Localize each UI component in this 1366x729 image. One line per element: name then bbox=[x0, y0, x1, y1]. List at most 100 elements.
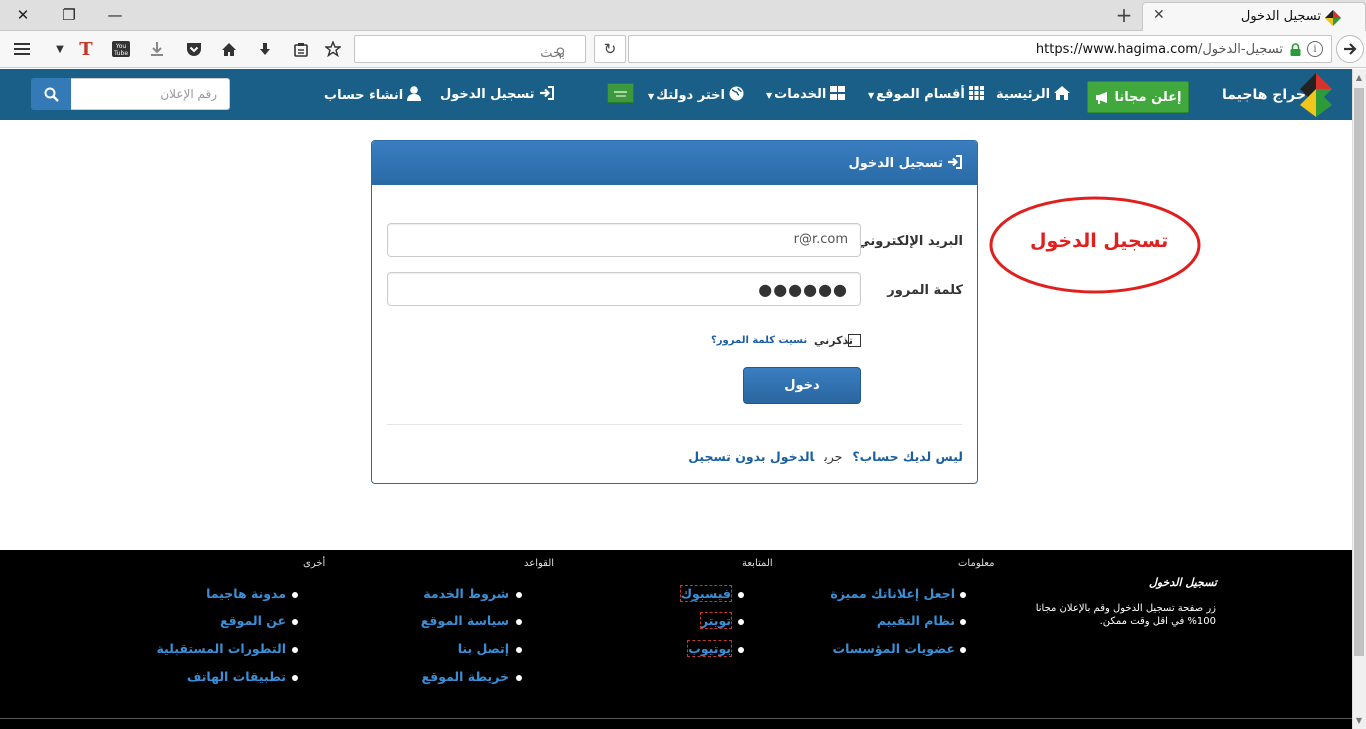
footer-link-rating-system[interactable]: نظام التقييم bbox=[877, 613, 955, 628]
nav-services-label: الخدمات bbox=[774, 87, 827, 102]
footer-heading-follow: المتابعة bbox=[742, 558, 773, 569]
search-placeholder: بحث bbox=[540, 46, 565, 61]
login-panel: تسجيل الدخول البريد الإلكتروني r@r.com ك… bbox=[371, 140, 978, 484]
list-bullet bbox=[292, 592, 298, 598]
no-account-link[interactable]: ليس لديك حساب؟ bbox=[852, 449, 963, 464]
footer-heading-rules: القواعد bbox=[524, 558, 555, 569]
post-ad-label: إعلن مجانا bbox=[1114, 89, 1182, 105]
footer-about-title: تسجيل الدخول bbox=[1148, 576, 1217, 589]
list-bullet bbox=[516, 647, 522, 653]
list-bullet bbox=[960, 619, 966, 625]
footer-link-sitemap[interactable]: خريطة الموقع bbox=[421, 669, 509, 684]
scroll-up-arrow-icon[interactable]: ▲ bbox=[1352, 69, 1366, 86]
footer-link-roadmap[interactable]: التطورات المستقبلية bbox=[156, 641, 286, 656]
footer-link-contact[interactable]: إتصل بنا bbox=[458, 641, 509, 656]
nav-home[interactable]: الرئيسية bbox=[996, 86, 1071, 102]
translate-extension-icon[interactable]: T bbox=[72, 36, 100, 62]
list-bullet bbox=[738, 647, 744, 653]
ad-search-button[interactable] bbox=[31, 78, 71, 110]
remember-me-label[interactable]: تذكرني bbox=[814, 334, 853, 347]
site-favicon-icon bbox=[1325, 10, 1341, 26]
forgot-password-link[interactable]: نسيت كلمة المرور؟ bbox=[711, 335, 807, 346]
nav-login[interactable]: تسجيل الدخول bbox=[440, 86, 555, 102]
bookmark-star-icon[interactable] bbox=[319, 36, 347, 62]
youtube-extension-icon[interactable]: You Tube bbox=[107, 36, 135, 62]
window-restore-button[interactable]: ❐ bbox=[46, 0, 92, 30]
login-submit-button[interactable]: دخول bbox=[743, 367, 861, 404]
list-bullet bbox=[738, 619, 744, 625]
download-helper-icon[interactable] bbox=[143, 36, 171, 62]
guest-login-link[interactable]: الدخول بدون تسجيل bbox=[688, 449, 814, 464]
reading-list-icon[interactable] bbox=[287, 36, 315, 62]
footer-link-featured-ads[interactable]: اجعل إعلاناتك مميزة bbox=[830, 586, 955, 601]
footer-link-facebook[interactable]: فيسبوك bbox=[679, 585, 733, 602]
footer-link-blog[interactable]: مدونة هاجيما bbox=[206, 586, 286, 601]
ad-number-input[interactable]: رقم الإعلان bbox=[70, 78, 230, 110]
list-bullet bbox=[738, 592, 744, 598]
reload-icon[interactable]: ↻ bbox=[594, 35, 626, 63]
login-panel-title-text: تسجيل الدخول bbox=[848, 156, 943, 171]
list-bullet bbox=[960, 647, 966, 653]
back-arrow-icon[interactable] bbox=[1336, 35, 1364, 63]
login-panel-title: تسجيل الدخول bbox=[848, 155, 963, 171]
footer-heading-other: أخرى bbox=[303, 558, 326, 569]
footer-link-mobile-apps[interactable]: تطبيقات الهاتف bbox=[187, 669, 286, 684]
browser-tab-active[interactable]: ✕ تسجيل الدخول bbox=[1142, 2, 1366, 31]
site-header: حراج هاجيما إعلن مجانا الرئيسية أقسام ال… bbox=[0, 69, 1352, 120]
th-large-icon bbox=[830, 86, 846, 100]
footer-link-terms[interactable]: شروط الخدمة bbox=[423, 586, 509, 601]
footer-link-about[interactable]: عن الموقع bbox=[220, 613, 286, 628]
new-tab-button[interactable]: + bbox=[1112, 3, 1136, 27]
home-icon[interactable] bbox=[215, 36, 243, 62]
megaphone-icon bbox=[1095, 91, 1107, 104]
footer-heading-info: معلومات bbox=[958, 558, 995, 569]
scroll-down-arrow-icon[interactable]: ▼ bbox=[1352, 712, 1366, 729]
nav-register-label: انشاء حساب bbox=[324, 88, 404, 103]
nav-services[interactable]: الخدمات▼ bbox=[766, 86, 846, 102]
nav-login-label: تسجيل الدخول bbox=[440, 87, 535, 102]
browser-search-input[interactable]: ⚲ بحث bbox=[354, 35, 586, 63]
footer-link-twitter[interactable]: تويتر bbox=[699, 612, 733, 629]
nav-country-label: اختر دولتك bbox=[656, 88, 725, 103]
search-icon bbox=[44, 87, 59, 102]
login-panel-header: تسجيل الدخول bbox=[372, 141, 977, 185]
site-info-icon[interactable]: i bbox=[1307, 41, 1323, 57]
overflow-dropdown-icon[interactable]: ▼ bbox=[46, 36, 74, 62]
menu-icon[interactable] bbox=[8, 36, 36, 62]
footer-link-policy[interactable]: سياسة الموقع bbox=[421, 613, 509, 628]
scrollbar-thumb[interactable] bbox=[1354, 88, 1364, 656]
pocket-icon[interactable] bbox=[180, 36, 208, 62]
footer-link-org-memberships[interactable]: عضويات المؤسسات bbox=[833, 641, 955, 656]
list-bullet bbox=[960, 592, 966, 598]
nav-country[interactable]: اختر دولتك▼ bbox=[648, 86, 744, 103]
downloads-icon[interactable] bbox=[251, 36, 279, 62]
site-footer: تسجيل الدخول زر صفحة تسجيل الدخول وقم با… bbox=[0, 550, 1352, 729]
window-close-button[interactable]: ✕ bbox=[0, 0, 46, 30]
url-domain: https://www.hagima.com bbox=[1035, 42, 1198, 57]
tab-close-icon[interactable]: ✕ bbox=[1153, 7, 1165, 23]
post-ad-button[interactable]: إعلن مجانا bbox=[1087, 81, 1189, 113]
list-bullet bbox=[292, 675, 298, 681]
try-label: جرب bbox=[824, 449, 843, 464]
caret-down-icon: ▼ bbox=[766, 91, 773, 100]
browser-tab-bar: ✕ ❐ — + ✕ تسجيل الدخول bbox=[0, 0, 1366, 31]
tab-title: تسجيل الدخول bbox=[1240, 9, 1321, 24]
home-icon bbox=[1054, 86, 1071, 100]
country-flag-icon[interactable] bbox=[607, 83, 634, 103]
email-label: البريد الإلكتروني bbox=[857, 234, 963, 249]
browser-toolbar: ▼ T You Tube ⚲ بحث ↻ https://www.hagima.co… bbox=[0, 31, 1366, 68]
footer-link-youtube[interactable]: يوتيوب bbox=[687, 640, 732, 657]
nav-sections-label: أقسام الموقع bbox=[876, 87, 965, 102]
globe-icon bbox=[729, 86, 744, 101]
url-bar[interactable]: https://www.hagima.com/تسجيل-الدخول i bbox=[628, 35, 1332, 63]
window-minimize-button[interactable]: — bbox=[92, 0, 138, 30]
caret-down-icon: ▼ bbox=[648, 92, 655, 101]
site-logo-text[interactable]: حراج هاجيما bbox=[1222, 87, 1306, 103]
password-field[interactable]: ●●●●●● bbox=[387, 272, 861, 306]
nav-register[interactable]: انشاء حساب bbox=[324, 86, 422, 103]
list-bullet bbox=[516, 675, 522, 681]
email-field[interactable]: r@r.com bbox=[387, 223, 861, 257]
nav-sections[interactable]: أقسام الموقع▼ bbox=[868, 86, 984, 102]
email-value: r@r.com bbox=[793, 232, 848, 247]
list-bullet bbox=[516, 592, 522, 598]
